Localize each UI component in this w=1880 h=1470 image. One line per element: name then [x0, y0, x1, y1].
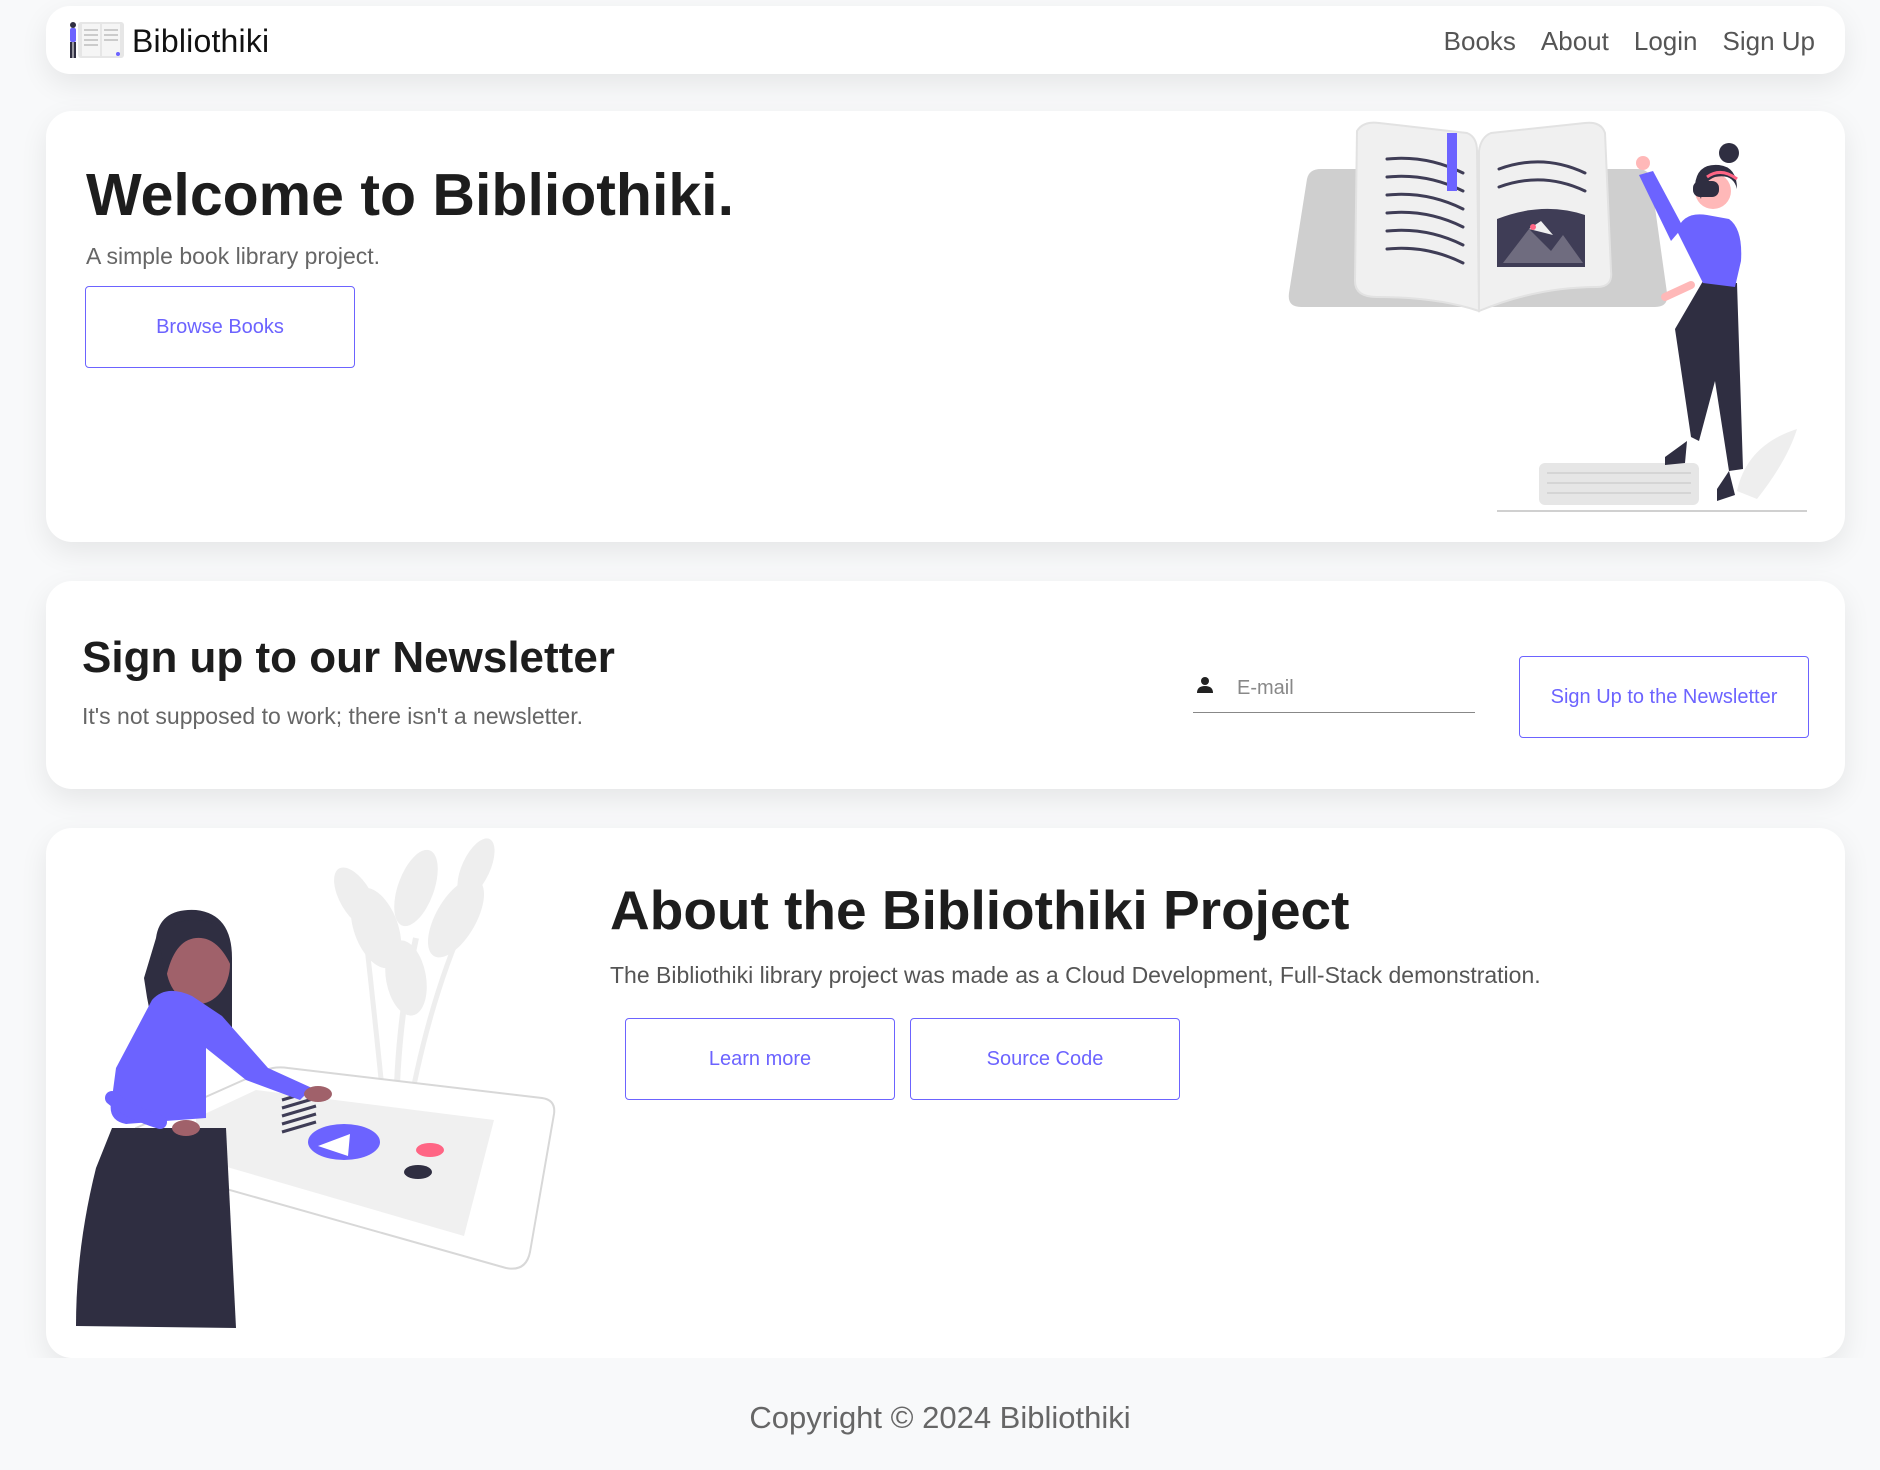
about-section: About the Bibliothiki Project The Biblio… [46, 828, 1845, 1358]
nav-link-about[interactable]: About [1541, 26, 1609, 57]
about-title: About the Bibliothiki Project [610, 879, 1350, 941]
nav-links: Books About Login Sign Up [1444, 26, 1815, 57]
learn-more-button[interactable]: Learn more [625, 1018, 895, 1100]
email-input[interactable] [1237, 667, 1471, 709]
brand[interactable]: Bibliothiki [66, 20, 269, 62]
newsletter-signup-button[interactable]: Sign Up to the Newsletter [1519, 656, 1809, 738]
user-icon [1197, 677, 1213, 693]
about-subtitle: The Bibliothiki library project was made… [610, 962, 1541, 988]
navbar: Bibliothiki Books About Login Sign Up [46, 6, 1845, 74]
hero-title: Welcome to Bibliothiki. [86, 162, 734, 228]
dashboard-illustration [76, 838, 556, 1328]
copyright-text: Copyright © 2024 Bibliothiki [749, 1400, 1131, 1435]
footer: Copyright © 2024 Bibliothiki [0, 1358, 1880, 1470]
hero-section: Welcome to Bibliothiki. A simple book li… [46, 111, 1845, 542]
brand-name: Bibliothiki [132, 22, 270, 59]
brand-logo-icon [70, 22, 124, 58]
nav-link-signup[interactable]: Sign Up [1723, 26, 1816, 57]
newsletter-section: Sign up to our Newsletter It's not suppo… [46, 581, 1845, 789]
nav-link-books[interactable]: Books [1444, 26, 1516, 57]
newsletter-title: Sign up to our Newsletter [82, 633, 615, 682]
email-field [1193, 667, 1475, 713]
browse-books-button[interactable]: Browse Books [85, 286, 355, 368]
reading-book-illustration [1288, 121, 1807, 512]
newsletter-subtitle: It's not supposed to work; there isn't a… [82, 703, 583, 729]
source-code-button[interactable]: Source Code [910, 1018, 1180, 1100]
hero-subtitle: A simple book library project. [86, 243, 381, 269]
nav-link-login[interactable]: Login [1634, 26, 1698, 57]
